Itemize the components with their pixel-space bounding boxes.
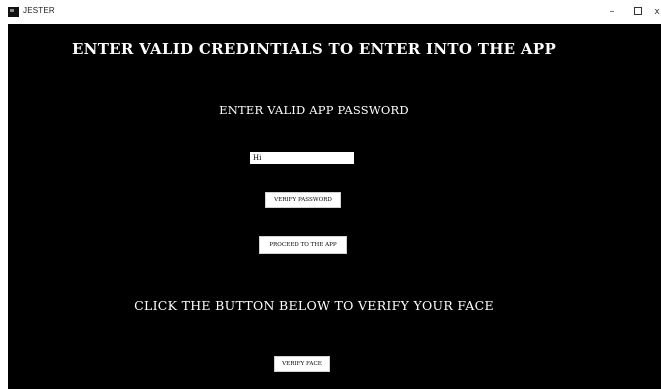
page-heading: ENTER VALID CREDINTIALS TO ENTER INTO TH…	[71, 40, 557, 58]
password-prompt: ENTER VALID APP PASSWORD	[219, 103, 409, 117]
password-input[interactable]	[250, 152, 354, 164]
verify-face-button[interactable]: VERIFY FACE	[274, 356, 330, 372]
window-title: JESTER	[23, 6, 55, 15]
proceed-to-app-button[interactable]: PROCEED TO THE APP	[259, 236, 347, 254]
app-icon	[8, 7, 19, 17]
maximize-icon	[634, 7, 642, 15]
title-bar: JESTER – x	[0, 0, 661, 24]
maximize-button[interactable]	[628, 3, 648, 21]
close-button[interactable]: x	[651, 3, 661, 21]
verify-password-button[interactable]: VERIFY PASSWORD	[265, 192, 341, 208]
face-verify-prompt: CLICK THE BUTTON BELOW TO VERIFY YOUR FA…	[134, 298, 494, 313]
app-window: JESTER – x ENTER VALID CREDINTIALS TO EN…	[0, 0, 661, 389]
minimize-button[interactable]: –	[602, 3, 622, 21]
main-panel: ENTER VALID CREDINTIALS TO ENTER INTO TH…	[8, 24, 661, 389]
